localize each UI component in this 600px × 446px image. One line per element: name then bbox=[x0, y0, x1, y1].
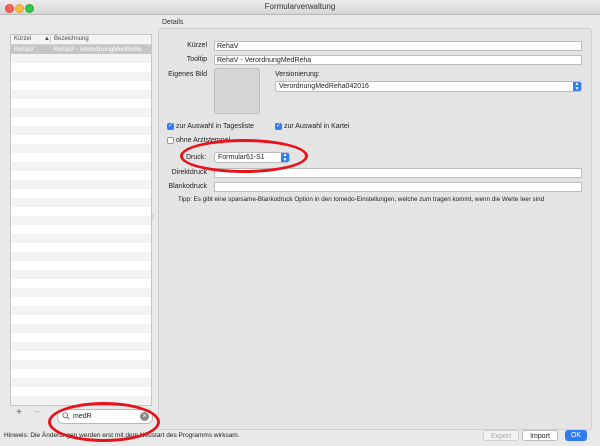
list-header: Kürzel ▲ Bezeichnung bbox=[11, 35, 151, 45]
window-titlebar: Formularverwaltung bbox=[0, 0, 600, 15]
checkbox-kartei[interactable]: ✓ bbox=[275, 123, 282, 130]
column-divider[interactable] bbox=[50, 36, 51, 43]
window-title: Formularverwaltung bbox=[264, 2, 336, 11]
list-item-selected[interactable]: RehaV RehaV - VerordnungMedReha bbox=[11, 45, 151, 54]
versioning-popup[interactable]: VerordnungMedReha042016 ▲ ▼ bbox=[275, 81, 582, 92]
column-header-kuerzel[interactable]: Kürzel bbox=[14, 35, 31, 44]
list-item-bezeichnung: RehaV - VerordnungMedReha bbox=[54, 46, 142, 53]
checkbox-arztstempel[interactable] bbox=[167, 137, 174, 144]
form-list: Kürzel ▲ Bezeichnung RehaV RehaV - Veror… bbox=[10, 34, 152, 406]
ok-button[interactable]: OK bbox=[565, 430, 587, 441]
kuerzel-field[interactable]: RehaV bbox=[214, 41, 582, 51]
image-well[interactable] bbox=[214, 68, 260, 114]
export-button[interactable]: Export bbox=[483, 430, 519, 441]
checkmark-icon: ✓ bbox=[167, 123, 174, 129]
image-label: Eigenes Bild bbox=[168, 71, 207, 78]
versioning-value: VerordnungMedReha042016 bbox=[279, 83, 369, 90]
checkbox-tagesliste-label: zur Auswahl in Tagesliste bbox=[176, 123, 255, 130]
column-header-bezeichnung[interactable]: Bezeichnung bbox=[54, 35, 89, 44]
tip-text: Tipp: Es gibt eine sparsame-Blankodruck … bbox=[178, 196, 545, 203]
add-button[interactable]: + bbox=[12, 407, 26, 419]
details-section-title: Details bbox=[162, 19, 184, 26]
split-view-handle[interactable]: ⁞ bbox=[152, 215, 156, 223]
annotation-ellipse-druck bbox=[180, 139, 308, 173]
checkbox-kartei-label: zur Auswahl in Kartei bbox=[284, 123, 350, 130]
kuerzel-label: Kürzel bbox=[187, 42, 207, 49]
import-button[interactable]: Import bbox=[522, 430, 558, 441]
list-rows: RehaV RehaV - VerordnungMedReha bbox=[11, 45, 151, 405]
checkmark-icon: ✓ bbox=[275, 123, 282, 129]
chevron-updown-icon: ▲ ▼ bbox=[573, 81, 581, 92]
tooltip-field[interactable]: RehaV - VerordnungMedReha bbox=[214, 55, 582, 65]
checkbox-tagesliste[interactable]: ✓ bbox=[167, 123, 174, 130]
blankodruck-field[interactable] bbox=[214, 182, 582, 192]
list-item-kuerzel: RehaV bbox=[14, 46, 34, 53]
direktdruck-label: Direktdruck bbox=[171, 169, 207, 176]
list-controls: + − bbox=[10, 407, 50, 419]
annotation-ellipse-search bbox=[48, 402, 160, 442]
versioning-label: Versionierung: bbox=[275, 71, 320, 78]
blankodruck-label: Blankodruck bbox=[168, 183, 207, 190]
minimize-window-button[interactable] bbox=[15, 3, 24, 13]
close-window-button[interactable] bbox=[5, 3, 14, 13]
tooltip-label: Tooltip bbox=[186, 56, 207, 63]
remove-button[interactable]: − bbox=[30, 407, 44, 419]
zoom-window-button[interactable] bbox=[25, 3, 34, 13]
